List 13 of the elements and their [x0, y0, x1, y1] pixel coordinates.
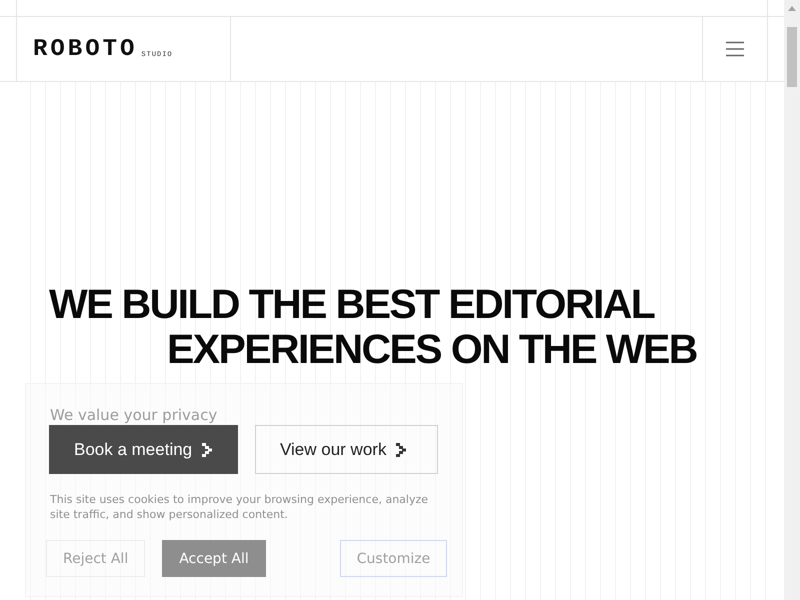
chevron-icon — [396, 442, 406, 456]
menu-icon[interactable] — [726, 41, 744, 57]
chevron-icon — [202, 442, 212, 456]
scroll-up-icon[interactable] — [788, 5, 796, 11]
headline: WE BUILD THE BEST EDITORIAL — [49, 282, 656, 327]
scrollbar[interactable] — [784, 0, 800, 600]
book-button[interactable]: Book a meeting — [49, 425, 238, 474]
banner-text: This site uses cookies to improve your browsing experience, analyze site traffic, and show personalized content. — [50, 492, 430, 522]
banner-title: We value your privacy — [50, 406, 218, 424]
headline: EXPERIENCES ON THE WEB — [166, 327, 698, 372]
work-button[interactable]: View our work — [255, 425, 438, 474]
logo[interactable]: ROBOTO — [33, 36, 138, 62]
scrollbar-thumb[interactable] — [787, 27, 797, 87]
